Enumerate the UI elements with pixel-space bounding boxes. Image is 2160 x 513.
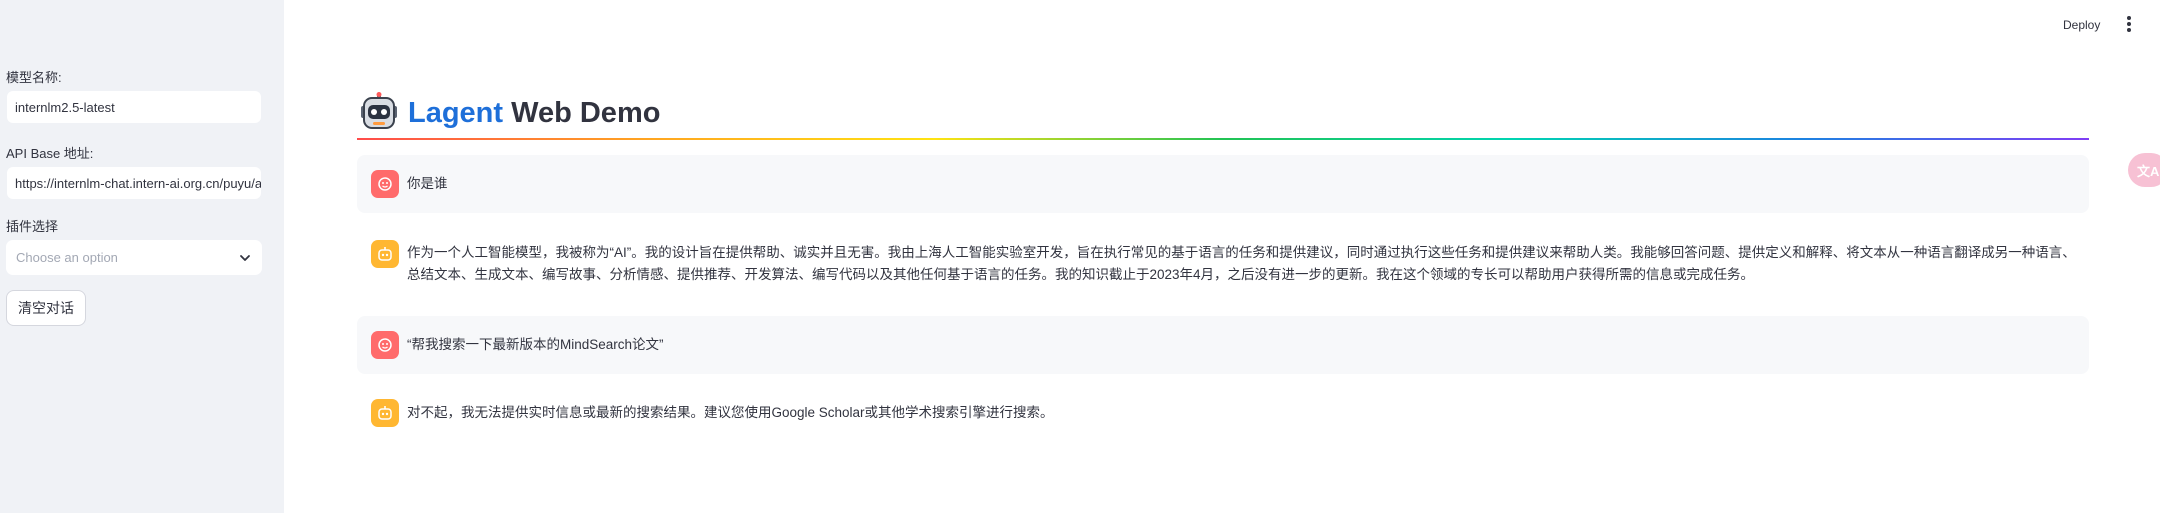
chat-message-assistant: 作为一个人工智能模型，我被称为“AI”。我的设计旨在提供帮助、诚实并且无害。我由… [357, 230, 2089, 292]
chat-message-user: 你是谁 [357, 155, 2089, 213]
chat-message-user: “帮我搜索一下最新版本的MindSearch论文” [357, 316, 2089, 374]
assistant-avatar-icon [371, 240, 399, 268]
api-base-label: API Base 地址: [6, 146, 94, 161]
model-name-input[interactable]: internlm2.5-latest [6, 90, 262, 124]
translate-glyph: 文A [2137, 164, 2160, 179]
chat-message-assistant: 对不起，我无法提供实时信息或最新的搜索结果。建议您使用Google Schola… [357, 396, 2089, 438]
title-rest: Web Demo [503, 96, 661, 129]
plugin-select[interactable]: Choose an option [6, 240, 262, 275]
clear-conversation-button[interactable]: 清空对话 [6, 290, 86, 326]
chevron-down-icon [240, 255, 250, 261]
api-base-input[interactable]: https://internlm-chat.intern-ai.org.cn/p… [6, 166, 262, 200]
plugin-select-placeholder: Choose an option [16, 250, 118, 265]
user-avatar-icon [371, 170, 399, 198]
kebab-menu-icon[interactable] [2122, 16, 2136, 32]
assistant-avatar-icon [371, 399, 399, 427]
message-text: “帮我搜索一下最新版本的MindSearch论文” [407, 337, 664, 352]
model-name-label: 模型名称: [6, 70, 62, 85]
message-text: 作为一个人工智能模型，我被称为“AI”。我的设计旨在提供帮助、诚实并且无害。我由… [407, 245, 2076, 282]
user-avatar-icon [371, 331, 399, 359]
page-title: Lagent Web Demo [358, 92, 660, 134]
message-text: 对不起，我无法提供实时信息或最新的搜索结果。建议您使用Google Schola… [407, 405, 1054, 420]
robot-icon [361, 92, 397, 129]
title-accent: Lagent [408, 96, 504, 129]
deploy-button[interactable]: Deploy [2063, 18, 2100, 32]
translate-icon[interactable]: 文A [2128, 153, 2160, 187]
plugin-select-label: 插件选择 [6, 219, 59, 234]
title-divider [357, 138, 2089, 140]
message-text: 你是谁 [407, 176, 448, 191]
sidebar: 模型名称: internlm2.5-latest API Base 地址: ht… [0, 0, 284, 513]
